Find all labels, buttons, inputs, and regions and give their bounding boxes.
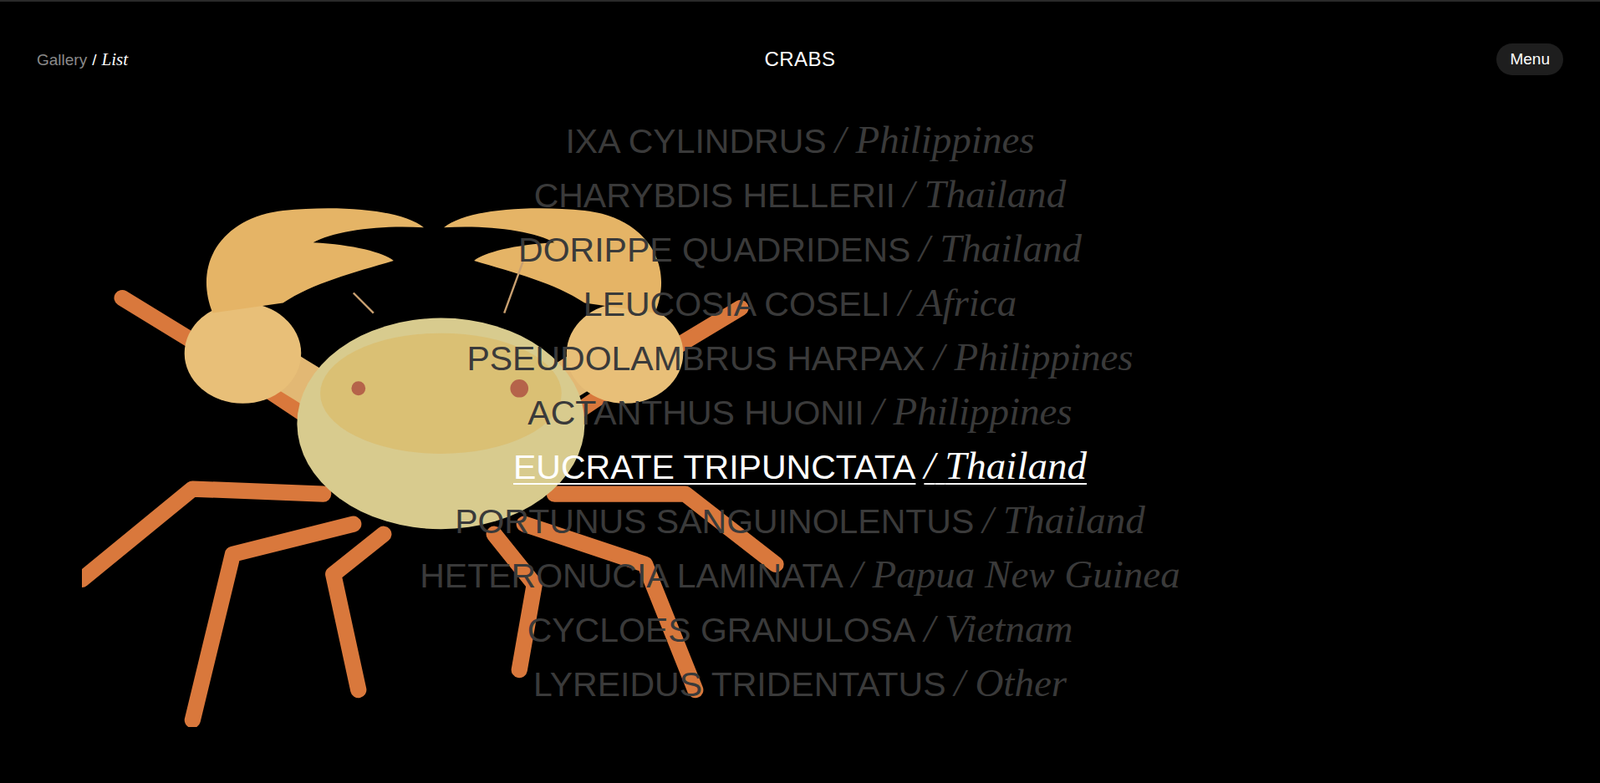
species-region: / Philippines: [933, 331, 1134, 384]
site-title[interactable]: CRABS: [764, 47, 836, 72]
species-row[interactable]: CYCLOES GRANULOSA/ Vietnam: [527, 602, 1074, 658]
species-row[interactable]: HETERONUCIA LAMINATA/ Papua New Guinea: [419, 548, 1180, 603]
species-row[interactable]: DORIPPE QUADRIDENS/ Thailand: [518, 222, 1082, 277]
species-name: PSEUDOLAMBRUS HARPAX: [466, 332, 925, 386]
species-name: HETERONUCIA LAMINATA: [419, 550, 844, 603]
species-list: IXA CYLINDRUS/ PhilippinesCHARYBDIS HELL…: [0, 113, 1600, 745]
species-region: / Other: [954, 657, 1067, 710]
species-row[interactable]: PSEUDOLAMBRUS HARPAX/ Philippines: [466, 331, 1133, 386]
species-region: / Thailand: [918, 222, 1082, 276]
view-separator: /: [91, 50, 97, 70]
species-name: CHARYBDIS HELLERII: [534, 169, 896, 223]
species-name: LEUCOSIA COSELI: [583, 278, 891, 332]
species-row[interactable]: CHARYBDIS HELLERII/ Thailand: [534, 168, 1067, 223]
view-link[interactable]: List: [101, 49, 128, 71]
species-row[interactable]: EUCRATE TRIPUNCTATA/ Thailand: [513, 439, 1087, 495]
species-name: EUCRATE TRIPUNCTATA: [513, 441, 916, 495]
species-name: CYCLOES GRANULOSA: [527, 604, 917, 658]
species-region: / Papua New Guinea: [851, 548, 1181, 602]
menu-button[interactable]: Menu: [1496, 43, 1564, 76]
page: Gallery/ListCRABSMenuIXA CYLINDRUS/ Phil…: [0, 0, 1600, 783]
species-row[interactable]: IXA CYLINDRUS/ Philippines: [565, 113, 1035, 169]
species-region: / Vietnam: [923, 602, 1073, 656]
species-name: DORIPPE QUADRIDENS: [518, 224, 911, 277]
species-row[interactable]: LYREIDUS TRIDENTATUS/ Other: [533, 657, 1067, 712]
species-name: IXA CYLINDRUS: [565, 115, 826, 169]
species-region: / Thailand: [923, 439, 1087, 493]
species-name: ACTANTHUS HUONII: [527, 387, 864, 440]
species-row[interactable]: PORTUNUS SANGUINOLENTUS/ Thailand: [454, 494, 1146, 549]
species-region: / Thailand: [982, 494, 1146, 547]
species-row[interactable]: ACTANTHUS HUONII/ Philippines: [527, 385, 1072, 440]
species-row[interactable]: LEUCOSIA COSELI/ Africa: [583, 276, 1017, 332]
species-name: PORTUNUS SANGUINOLENTUS: [454, 495, 974, 549]
view-switch: Gallery/List: [36, 49, 765, 71]
species-name: LYREIDUS TRIDENTATUS: [533, 658, 947, 712]
header: Gallery/ListCRABSMenu: [0, 1, 1600, 76]
species-region: / Philippines: [835, 113, 1035, 167]
view-link[interactable]: Gallery: [36, 50, 87, 70]
species-region: / Philippines: [872, 385, 1073, 439]
species-region: / Thailand: [903, 168, 1067, 221]
species-region: / Africa: [898, 276, 1017, 330]
